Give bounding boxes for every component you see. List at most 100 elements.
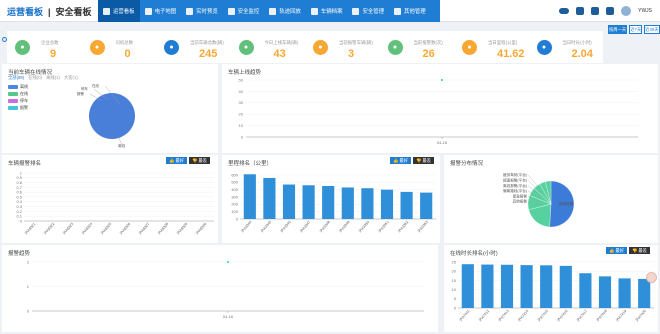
x-tick: 沪A7412 — [477, 308, 490, 322]
kpi-value: 43 — [273, 48, 286, 60]
kpi-value: 41.62 — [497, 48, 525, 60]
data-point — [441, 79, 443, 81]
x-tick: 沪A7420 — [634, 308, 647, 322]
gear-icon[interactable] — [606, 7, 615, 15]
y-tick: 300 — [231, 194, 238, 199]
pie-leader — [527, 174, 542, 191]
pie-label: 超速报警 — [559, 201, 574, 206]
kpi-card: ● 当前报警车辆(辆) 3 — [305, 31, 380, 63]
alarm-trend-line-chart: 0 1 2 04-16 — [27, 259, 424, 319]
x-tick: 沪A3353 — [416, 219, 429, 233]
cloud-icon[interactable] — [559, 8, 570, 14]
nav-item-0[interactable]: 运营看板 — [98, 0, 140, 22]
flag-icon: ● — [15, 40, 30, 55]
x-tick: 沪A7418 — [595, 308, 608, 322]
nav-label: 运营看板 — [113, 9, 135, 15]
bar — [579, 273, 592, 308]
y-tick: 0.6 — [16, 190, 22, 195]
x-tick: 沪A8321 — [23, 221, 36, 235]
data-point — [227, 261, 229, 263]
x-tick: 沪A8326 — [118, 221, 131, 235]
kpi-value: 245 — [199, 48, 218, 60]
x-tick: 沪A7419 — [615, 308, 628, 322]
y-tick: 10 — [452, 287, 457, 292]
kpi-card: ● 当前车辆总数(辆) 245 — [156, 31, 231, 63]
alarm-dist-pie-chart: 超速报警 疲劳驾驶(平台)超速报警(平台)离线报警(平台)偏离路线(平台)紧急报警… — [503, 172, 575, 228]
y-tick: 500 — [231, 180, 238, 185]
nav-item-4[interactable]: 轨迹回放 — [264, 0, 306, 22]
y-tick: 0.7 — [16, 185, 22, 190]
bar — [243, 174, 256, 219]
safety-dashboard-title[interactable]: 安全看板 — [56, 7, 92, 17]
bar — [598, 276, 612, 308]
x-tick: 04-16 — [223, 314, 234, 319]
y-tick: 0.5 — [16, 194, 22, 199]
kpi-label: 当日里程(公里) — [488, 40, 518, 45]
y-tick: 100 — [231, 209, 238, 214]
x-tick: 沪A3351 — [377, 219, 390, 233]
x-tick: 沪A8324 — [80, 221, 93, 235]
x-tick: 沪A3352 — [397, 219, 410, 233]
x-tick: 沪A7417 — [575, 308, 588, 322]
bar — [380, 189, 394, 219]
nav-icon — [269, 7, 277, 15]
dashboard-title[interactable]: 运营看板 — [7, 7, 43, 17]
y-tick: 0.8 — [16, 180, 22, 185]
nav-label: 实时预览 — [196, 9, 218, 15]
x-tick: 沪A8329 — [175, 221, 188, 235]
y-tick: 0.1 — [16, 214, 22, 219]
alarm-rank-bar-chart: 00.10.20.30.40.50.60.70.80.91 沪A8321 沪A832… — [16, 170, 214, 235]
y-tick: 200 — [231, 202, 238, 207]
nav-item-2[interactable]: 实时预览 — [181, 0, 223, 22]
pie-label: 离线 — [118, 143, 126, 148]
bar — [282, 184, 296, 219]
duration-rank-panel: 在线时长排名(小时) 👍 最好 👎 最差 0 5 10 15 20 25 沪A7411 沪A741… — [444, 245, 658, 332]
bar — [500, 264, 514, 308]
nav-label: 安全监控 — [237, 9, 260, 15]
kpi-card: ● 司机总数 0 — [82, 31, 157, 63]
range-button-0[interactable]: 按周一天 — [608, 25, 628, 34]
user-name[interactable]: YWJS — [638, 8, 652, 14]
kpi-card: ● 企业总数 9 — [7, 31, 82, 63]
kpi-value: 3 — [348, 48, 355, 60]
x-tick: 沪A8325 — [99, 221, 112, 235]
trend-line-chart: 0 10 20 30 40 50 04-16 — [239, 77, 638, 145]
flag-mile-icon: ● — [462, 40, 477, 55]
bar — [263, 177, 276, 219]
pie-label: 紧急报警 — [513, 193, 528, 198]
brand: 运营看板 | 安全看板 — [7, 7, 92, 17]
kpi-label: 当前报警数(次) — [413, 40, 443, 45]
kpi-value: 0 — [124, 48, 131, 60]
bar — [481, 264, 494, 308]
x-tick: 沪A8323 — [61, 221, 74, 235]
time-range-buttons: 按周一天 近7天 近30天 — [608, 25, 660, 34]
nav-item-3[interactable]: 安全监控 — [223, 0, 265, 22]
kpi-strip: ● 企业总数 9 ● 司机总数 0 ● 当前车辆总数(辆) 245 ● 今日上线车辆(辆) 43 ● 当前… — [7, 31, 603, 63]
x-tick: 沪A7415 — [536, 308, 549, 322]
avatar[interactable] — [621, 6, 632, 16]
y-tick: 0 — [20, 218, 23, 223]
nav-icon — [227, 7, 235, 15]
x-tick: 沪A3349 — [338, 219, 351, 233]
y-tick: 20 — [452, 269, 457, 274]
nav-item-1[interactable]: 电子地图 — [140, 0, 182, 22]
range-button-1[interactable]: 近7天 — [629, 25, 643, 34]
bar — [361, 188, 374, 219]
transfer-icon[interactable] — [591, 7, 600, 15]
y-tick: 0 — [241, 134, 244, 139]
alarm-dist-panel: 报警分布情况 超速报警 疲劳驾驶(平台) 超速报警(平台) 离线报警(平台) 偏离路线(… — [444, 155, 658, 243]
y-tick: 20 — [239, 112, 244, 117]
nav-item-7[interactable]: 其他管理 — [389, 0, 431, 22]
grid-icon[interactable] — [576, 7, 585, 15]
main-nav: 运营看板 电子地图 实时预览 安全监控 轨迹回放 车辆档案 安全管理 其他管理 — [98, 0, 440, 22]
support-avatar[interactable] — [646, 272, 657, 283]
y-tick: 0.3 — [16, 204, 22, 209]
nav-icon — [352, 7, 360, 15]
pie-label: 离线报警(平台) — [503, 183, 527, 188]
range-button-2[interactable]: 近30天 — [644, 25, 660, 34]
nav-item-6[interactable]: 安全管理 — [347, 0, 389, 22]
bar — [618, 278, 631, 308]
nav-item-5[interactable]: 车辆档案 — [306, 0, 348, 22]
kpi-label: 当前车辆总数(辆) — [190, 40, 224, 45]
x-tick: 沪A8328 — [156, 221, 169, 235]
